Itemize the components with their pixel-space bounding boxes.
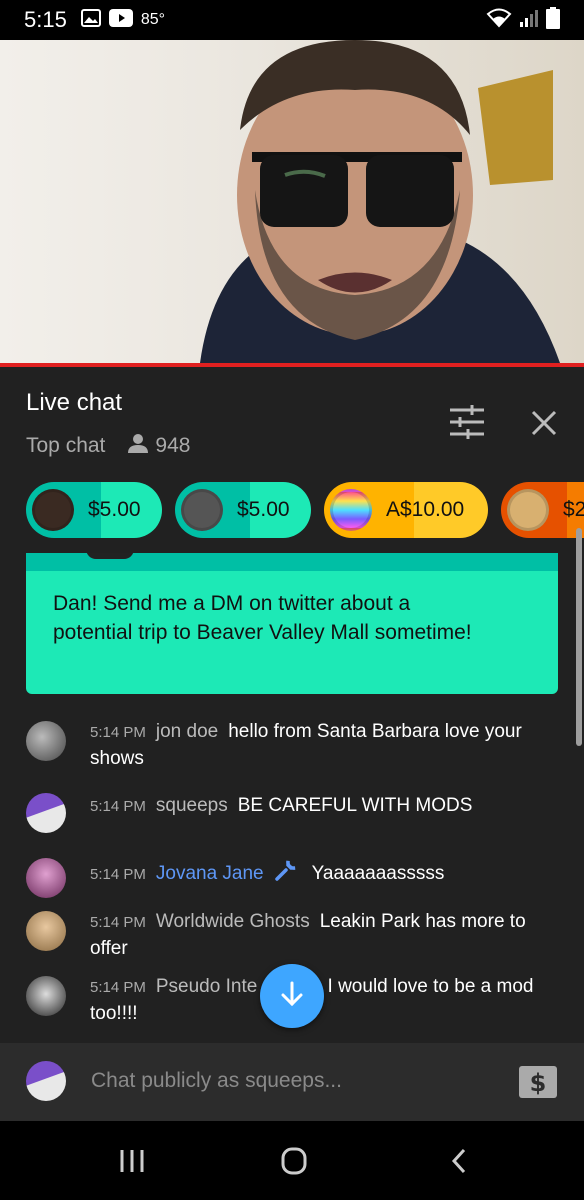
filter-icon [448,405,486,443]
avatar [26,721,66,761]
chat-input[interactable]: Chat publicly as squeeps... [91,1069,342,1093]
super-chat-button[interactable]: $ [518,1065,558,1099]
avatar [26,793,66,833]
super-chat-message[interactable]: Dan! Send me a DM on twitter about a pot… [26,553,558,694]
avatar [330,489,372,531]
avatar [507,489,549,531]
filter-button[interactable] [448,405,486,439]
message-line: 5:14 PM jon doe hello from Santa Barbara l… [90,719,566,772]
chat-mode-label: Top chat [26,434,106,457]
recents-button[interactable] [112,1143,152,1179]
message-time: 5:14 PM [90,866,146,884]
message-text: BE CAREFUL WITH MODS [237,795,473,816]
status-bar: 5:15 85° [0,0,584,40]
viewer-count-value: 948 [155,434,191,457]
home-button[interactable] [274,1143,314,1179]
system-nav-bar [0,1121,584,1200]
arrow-down-icon [277,979,307,1014]
scrollbar[interactable] [576,528,582,746]
avatar [26,976,66,1016]
recents-icon [112,1150,152,1183]
youtube-icon [108,8,133,32]
close-button[interactable] [528,407,560,439]
message-time: 5:14 PM [90,798,146,815]
chat-message[interactable]: 5:14 PM Worldwide Ghosts Leakin Park has m… [26,909,566,965]
avatar [86,553,134,559]
chat-input-bar: Chat publicly as squeeps... $ [0,1043,584,1121]
ticker-amount: $2 [563,498,584,521]
chat-message[interactable]: 5:14 PM squeeps BE CAREFUL WITH MODS [26,791,566,835]
video-player[interactable] [0,40,584,363]
signal-icon [520,8,538,33]
video-frame [200,40,560,363]
close-icon [528,410,560,443]
ticker-item[interactable]: $5.00 [175,482,311,538]
super-chat-ticker: $5.00 $5.00 A$10.00 $2 [0,482,584,540]
avatar [32,489,74,531]
battery-icon [546,6,560,34]
message-time: 5:14 PM [90,979,146,996]
avatar [181,489,223,531]
back-icon [440,1148,480,1183]
scroll-to-bottom-button[interactable] [260,964,324,1028]
message-author: squeeps [155,795,228,816]
message-line: 5:14 PM squeeps BE CAREFUL WITH MODS [90,793,566,820]
message-author: jon doe [155,721,219,742]
chat-message[interactable]: 5:14 PM jon doe hello from Santa Barbara l… [26,719,566,775]
super-chat-text: Dan! Send me a DM on twitter about a pot… [53,592,472,644]
chat-title: Live chat [26,389,123,416]
viewer-count: 948 [127,432,190,460]
chat-message[interactable]: 5:14 PM Jovana Jane Yaaaaaaasssss [26,856,566,900]
message-line: 5:14 PMPseudo IntelI would love to be a … [90,974,566,1027]
message-time: 5:14 PM [90,724,146,741]
status-temperature: 85° [140,11,166,28]
ticker-item[interactable]: $2 [501,482,584,538]
chat-mode-selector[interactable]: Top chat 948 [26,432,190,460]
avatar [26,911,66,951]
gallery-icon [80,8,101,32]
message-text: Yaaaaaaasssss [311,863,445,885]
ticker-amount: A$10.00 [386,498,465,521]
message-text: hello from Santa Barbara love your shows [90,721,522,769]
message-author: Worldwide Ghosts [155,911,310,932]
message-line: 5:14 PM Worldwide Ghosts Leakin Park has m… [90,909,566,962]
dollar-icon: $ [518,1066,558,1103]
wrench-icon [274,858,298,890]
ticker-item[interactable]: $5.00 [26,482,162,538]
person-icon [127,432,155,460]
message-line: 5:14 PM Jovana Jane Yaaaaaaasssss [90,858,566,890]
ticker-amount: $5.00 [88,498,141,521]
ticker-amount: $5.00 [237,498,290,521]
message-time: 5:14 PM [90,914,146,931]
ticker-item[interactable]: A$10.00 [324,482,488,538]
home-icon [274,1147,314,1183]
message-author: Jovana Jane [155,863,264,885]
avatar [26,1061,66,1101]
status-time: 5:15 [24,7,67,32]
svg-text:$: $ [530,1069,547,1097]
avatar [26,858,66,898]
wifi-icon [486,8,512,33]
back-button[interactable] [440,1143,480,1179]
